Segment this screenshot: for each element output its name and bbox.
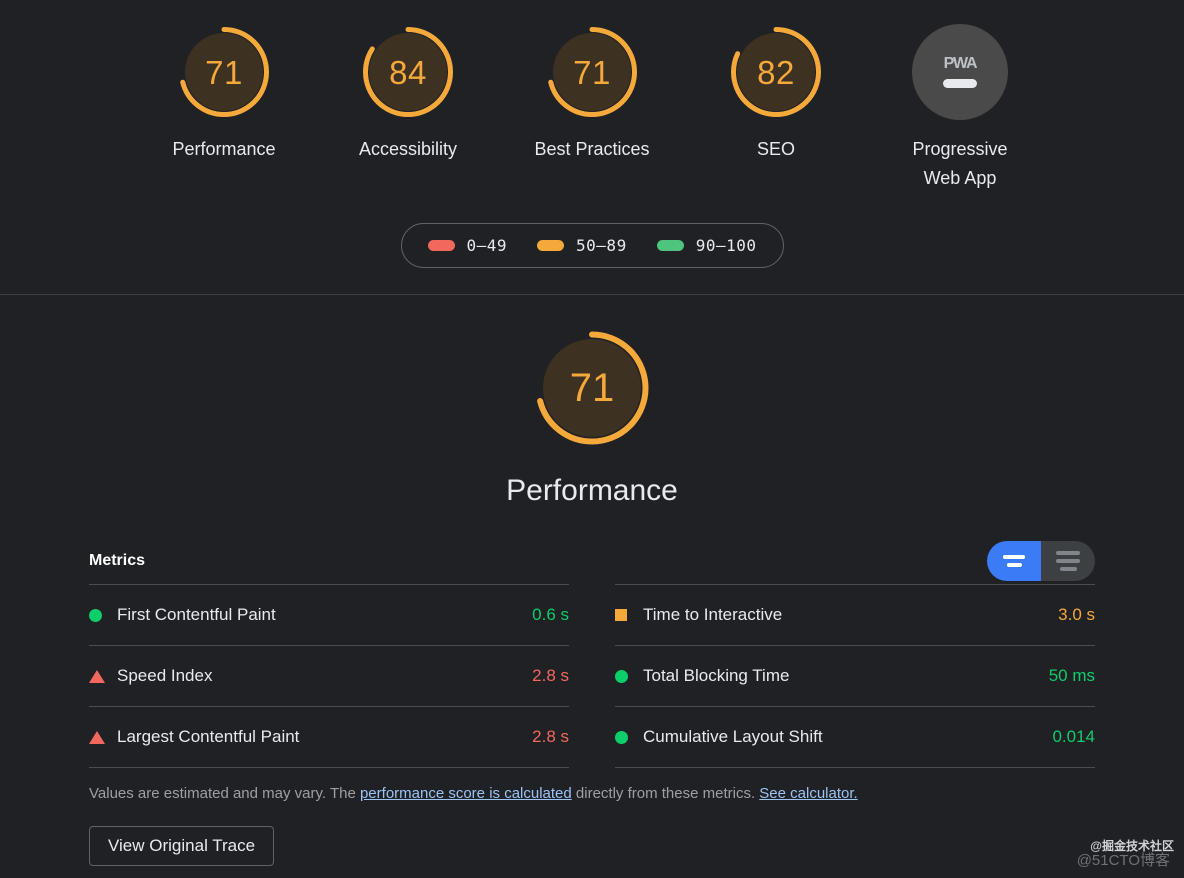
- score-legend-row: 0–49 50–89 90–100: [0, 223, 1184, 268]
- legend-swatch-fail-icon: [427, 240, 455, 251]
- metric-row[interactable]: Speed Index 2.8 s: [89, 645, 569, 706]
- view-original-trace-button[interactable]: View Original Trace: [89, 826, 275, 866]
- metrics-column-right: Time to Interactive 3.0 s Total Blocking…: [615, 584, 1095, 768]
- category-score: 71: [569, 366, 615, 410]
- metric-value: 3.0 s: [1058, 605, 1095, 624]
- gauge-label-accessibility: Accessibility: [358, 139, 458, 159]
- gauge-score-best-practices: 71: [573, 53, 611, 91]
- legend-range-average: 50–89: [576, 236, 627, 255]
- category-title: Performance: [506, 474, 678, 507]
- simple-view-toggle[interactable]: [987, 541, 1041, 581]
- metric-value: 2.8 s: [532, 666, 569, 685]
- toggle-bar-icon: [1056, 551, 1080, 555]
- legend-item-fail: 0–49: [427, 236, 508, 255]
- metric-status-fail-icon: [89, 669, 117, 683]
- legend-range-pass: 90–100: [695, 236, 757, 255]
- toggle-bar-icon: [1003, 555, 1025, 559]
- metrics-header: Metrics: [89, 538, 1095, 584]
- metric-name: Total Blocking Time: [643, 666, 790, 685]
- gauge-label-pwa: Progressive Web App: [912, 139, 1008, 188]
- metric-row[interactable]: Total Blocking Time 50 ms: [615, 645, 1095, 706]
- expanded-view-toggle[interactable]: [1041, 541, 1095, 581]
- toggle-bar-icon: [1006, 563, 1022, 567]
- scores-section: 71 Performance 84 Accessibility 71 Best …: [0, 0, 1184, 295]
- legend-swatch-average-icon: [537, 240, 565, 251]
- metric-name: Largest Contentful Paint: [117, 727, 300, 746]
- see-calculator-link[interactable]: See calculator.: [759, 785, 857, 802]
- gauge-accessibility[interactable]: 84 Accessibility: [338, 24, 478, 164]
- gauge-arc-seo: 82: [728, 24, 824, 120]
- metrics-block: Metrics First Contentful Paint 0.6 s Spe…: [89, 538, 1095, 866]
- gauge-performance[interactable]: 71 Performance: [154, 24, 294, 164]
- watermark-primary: @掘金技术社区: [1090, 839, 1174, 853]
- metric-value: 0.014: [1052, 727, 1095, 746]
- metric-value: 0.6 s: [532, 605, 569, 624]
- gauge-score-accessibility: 84: [389, 53, 427, 91]
- category-gauge-wrap: 71 Performance: [0, 328, 1184, 508]
- gauge-best-practices[interactable]: 71 Best Practices: [522, 24, 662, 164]
- gauge-score-seo: 82: [757, 53, 795, 91]
- metric-status-pass-icon: [615, 669, 643, 683]
- gauge-pwa[interactable]: PWA Progressive Web App: [890, 24, 1030, 193]
- metrics-column-left: First Contentful Paint 0.6 s Speed Index…: [89, 584, 569, 768]
- metric-value: 2.8 s: [532, 727, 569, 746]
- gauge-arc-best-practices: 71: [544, 24, 640, 120]
- metric-row[interactable]: First Contentful Paint 0.6 s: [89, 584, 569, 645]
- metric-row[interactable]: Largest Contentful Paint 2.8 s: [89, 706, 569, 768]
- gauge-arc-performance: 71: [176, 24, 272, 120]
- score-legend: 0–49 50–89 90–100: [400, 223, 784, 268]
- toggle-bar-icon: [1056, 559, 1080, 563]
- metric-status-pass-icon: [615, 730, 643, 744]
- metrics-heading: Metrics: [89, 552, 146, 569]
- legend-item-average: 50–89: [537, 236, 627, 255]
- trace-button-row: View Original Trace: [89, 826, 1095, 866]
- category-gauge-arc: 71: [532, 328, 652, 448]
- pwa-dash-icon: [943, 79, 977, 88]
- gauge-arc-accessibility: 84: [360, 24, 456, 120]
- metric-value: 50 ms: [1048, 666, 1095, 685]
- metrics-grid: First Contentful Paint 0.6 s Speed Index…: [89, 584, 1095, 768]
- metric-status-average-icon: [615, 609, 643, 621]
- gauge-score-performance: 71: [205, 53, 243, 91]
- pwa-badge-label: PWA: [943, 55, 978, 72]
- gauge-label-best-practices: Best Practices: [534, 139, 650, 159]
- pwa-badge-icon: PWA: [912, 24, 1008, 120]
- performance-score-link[interactable]: performance score is calculated: [360, 785, 572, 802]
- metric-name: Speed Index: [117, 666, 213, 685]
- toggle-bar-icon: [1059, 567, 1077, 571]
- gauge-seo[interactable]: 82 SEO: [706, 24, 846, 164]
- metric-status-pass-icon: [89, 608, 117, 622]
- metric-row[interactable]: Time to Interactive 3.0 s: [615, 584, 1095, 645]
- legend-item-pass: 90–100: [656, 236, 757, 255]
- disclaimer-text-part1: Values are estimated and may vary. The: [89, 785, 360, 802]
- legend-range-fail: 0–49: [466, 236, 508, 255]
- metric-name: Cumulative Layout Shift: [643, 727, 823, 746]
- metric-row[interactable]: Cumulative Layout Shift 0.014: [615, 706, 1095, 768]
- metric-name: Time to Interactive: [643, 605, 783, 624]
- metric-name: First Contentful Paint: [117, 605, 276, 624]
- gauges-row: 71 Performance 84 Accessibility 71 Best …: [0, 24, 1184, 193]
- disclaimer-text-part2: directly from these metrics.: [571, 785, 760, 802]
- gauge-label-seo: SEO: [756, 139, 795, 159]
- metrics-disclaimer: Values are estimated and may vary. The p…: [89, 784, 1095, 804]
- metrics-view-toggle[interactable]: [987, 541, 1095, 581]
- gauge-label-performance: Performance: [172, 139, 276, 159]
- metric-status-fail-icon: [89, 730, 117, 744]
- performance-category-section: 71 Performance Metrics First Contentful …: [0, 295, 1184, 866]
- legend-swatch-pass-icon: [656, 240, 684, 251]
